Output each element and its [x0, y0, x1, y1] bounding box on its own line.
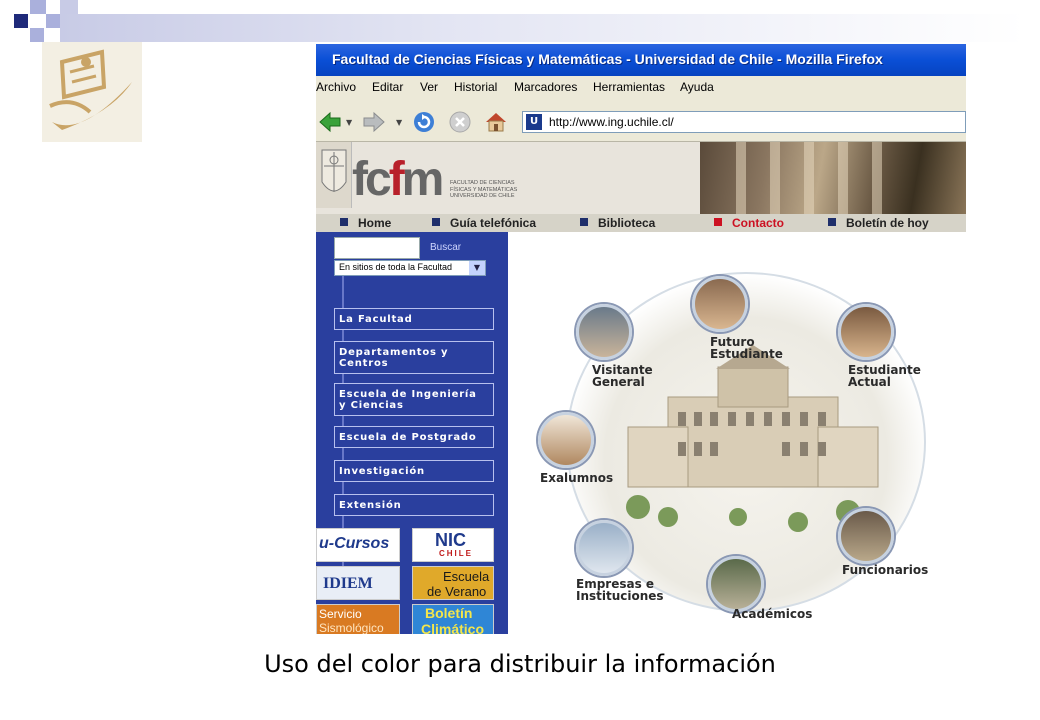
deco-square [60, 0, 78, 14]
audience-empresas-photo[interactable] [576, 520, 632, 576]
nav-bullet [828, 218, 836, 226]
chevron-down-icon[interactable]: ▼ [469, 261, 485, 275]
forward-dropdown-icon[interactable]: ▼ [396, 118, 402, 127]
banner-nic-chile[interactable]: NIC CHILE [412, 528, 494, 562]
audience-funcionarios-label[interactable]: Funcionarios [842, 564, 928, 576]
search-scope-select[interactable]: En sitios de toda la Facultad ▼ [334, 260, 486, 276]
sidebar-item-la-facultad[interactable]: La Facultad [334, 308, 494, 330]
sidebar-item-extension[interactable]: Extensión [334, 494, 494, 516]
header-photo [700, 142, 966, 214]
audience-exalumnos-label[interactable]: Exalumnos [540, 472, 613, 484]
web-page: fcfm FACULTAD DE CIENCIAS FÍSICAS Y MATE… [316, 142, 966, 634]
menu-herramientas[interactable]: Herramientas [593, 80, 665, 94]
nav-bullet [432, 218, 440, 226]
audience-estudiante-actual-label[interactable]: Estudiante Actual [848, 364, 921, 388]
search-button[interactable]: Buscar [430, 242, 461, 253]
menu-historial[interactable]: Historial [454, 80, 497, 94]
nav-home[interactable]: Home [340, 216, 391, 230]
banner-servicio-sismologico[interactable]: Servicio Sismológico [316, 604, 400, 634]
navigation-toolbar: ▼ ▼ U http://www.ing.uchile.cl/ [316, 100, 966, 142]
audience-hub: Futuro Estudiante Visitante General Estudi… [508, 232, 966, 634]
sidebar-item-departamentos[interactable]: Departamentos y Centros [334, 341, 494, 374]
audience-futuro-estudiante-label[interactable]: Futuro Estudiante [710, 336, 783, 360]
audience-exalumnos-photo[interactable] [538, 412, 594, 468]
nav-boletin-de-hoy[interactable]: Boletín de hoy [828, 216, 929, 230]
template-logo [42, 42, 142, 142]
menu-archivo[interactable]: Archivo [316, 80, 356, 94]
site-favicon: U [526, 114, 542, 130]
menu-bar: Archivo Editar Ver Historial Marcadores … [316, 76, 966, 100]
browser-screenshot: Facultad de Ciencias Físicas y Matemátic… [316, 44, 966, 634]
site-header: fcfm FACULTAD DE CIENCIAS FÍSICAS Y MATE… [316, 142, 966, 214]
address-url: http://www.ing.uchile.cl/ [549, 115, 674, 129]
menu-ver[interactable]: Ver [420, 80, 438, 94]
audience-funcionarios-photo[interactable] [838, 508, 894, 564]
sidebar: Buscar En sitios de toda la Facultad ▼ L… [316, 232, 508, 634]
nav-biblioteca[interactable]: Biblioteca [580, 216, 655, 230]
search-scope-value: En sitios de toda la Facultad [339, 262, 453, 272]
menu-marcadores[interactable]: Marcadores [514, 80, 577, 94]
address-bar[interactable]: U http://www.ing.uchile.cl/ [522, 111, 966, 133]
banner-escuela-verano[interactable]: Escuela de Verano [412, 566, 494, 600]
slide: Facultad de Ciencias Físicas y Matemátic… [0, 0, 1040, 720]
audience-academicos-label[interactable]: Académicos [732, 608, 812, 620]
top-nav: Home Guía telefónica Biblioteca Contacto… [316, 214, 966, 232]
nav-bullet [340, 218, 348, 226]
deco-square [14, 14, 28, 28]
banner-u-cursos[interactable]: u-Cursos [316, 528, 400, 562]
sidebar-item-investigacion[interactable]: Investigación [334, 460, 494, 482]
menu-ayuda[interactable]: Ayuda [680, 80, 714, 94]
forward-arrow-icon[interactable] [362, 110, 386, 134]
audience-futuro-estudiante-photo[interactable] [692, 276, 748, 332]
audience-empresas-label[interactable]: Empresas e Instituciones [576, 578, 664, 602]
search-input[interactable] [334, 237, 420, 259]
window-titlebar: Facultad de Ciencias Físicas y Matemátic… [316, 44, 966, 76]
banner-boletin-climatico[interactable]: Boletín Climático [412, 604, 494, 634]
menu-editar[interactable]: Editar [372, 80, 403, 94]
nav-contacto[interactable]: Contacto [714, 216, 784, 230]
sidebar-item-escuela-postgrado[interactable]: Escuela de Postgrado [334, 426, 494, 448]
banner-idiem[interactable]: IDIEM [316, 566, 400, 600]
sidebar-item-escuela-ingenieria[interactable]: Escuela de Ingeniería y Ciencias [334, 383, 494, 416]
window-title: Facultad de Ciencias Físicas y Matemátic… [332, 51, 883, 67]
audience-estudiante-actual-photo[interactable] [838, 304, 894, 360]
back-arrow-icon[interactable] [318, 110, 342, 134]
stop-icon[interactable] [448, 110, 472, 134]
reload-icon[interactable] [412, 110, 436, 134]
deco-square [30, 28, 44, 42]
slide-caption: Uso del color para distribuir la informa… [264, 650, 776, 678]
deco-square [46, 14, 60, 28]
site-logo[interactable]: fcfm [352, 152, 444, 207]
audience-visitante-general-photo[interactable] [576, 304, 632, 360]
audience-academicos-photo[interactable] [708, 556, 764, 612]
nav-guia-telefonica[interactable]: Guía telefónica [432, 216, 536, 230]
audience-visitante-general-label[interactable]: Visitante General [592, 364, 653, 388]
home-icon[interactable] [484, 110, 508, 134]
logo-subtitle: FACULTAD DE CIENCIAS FÍSICAS Y MATEMÁTIC… [450, 180, 518, 199]
nav-bullet [580, 218, 588, 226]
deco-square [30, 0, 46, 14]
nav-bullet [714, 218, 722, 226]
deco-bar [60, 14, 1025, 42]
university-crest [316, 142, 352, 208]
back-dropdown-icon[interactable]: ▼ [346, 118, 352, 127]
